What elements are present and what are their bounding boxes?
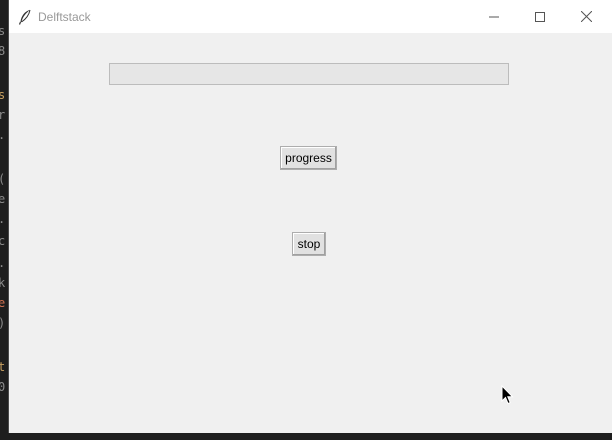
close-button[interactable] — [563, 0, 609, 33]
background-code-fragment: s — [0, 24, 6, 38]
background-code-fragment: c — [0, 234, 6, 248]
maximize-button[interactable] — [517, 0, 563, 33]
feather-icon — [18, 9, 31, 25]
background-code-fragment: ) — [0, 316, 6, 330]
close-icon — [580, 11, 592, 22]
background-code-fragment: e — [0, 192, 6, 206]
background-code-fragment: k — [0, 276, 6, 290]
app-window: Delftstack progress stop — [8, 0, 612, 433]
background-code-fragment: . — [0, 212, 6, 226]
mouse-cursor-icon — [501, 385, 514, 405]
maximize-icon — [535, 11, 545, 22]
background-code-fragment: 0 — [0, 380, 6, 394]
background-code-fragment: e — [0, 296, 6, 310]
background-code-fragment: t — [0, 360, 6, 374]
background-code-fragment: . — [0, 128, 6, 142]
window-title: Delftstack — [38, 10, 91, 24]
minimize-button[interactable] — [471, 0, 517, 33]
screen: s 8 s r . ( e . c . k e ) t 0 Delftstack — [0, 0, 612, 440]
stop-button[interactable]: stop — [292, 232, 326, 256]
progress-button[interactable]: progress — [280, 146, 337, 170]
background-code-fragment: r — [0, 108, 6, 122]
minimize-icon — [489, 16, 499, 17]
background-code-fragment: 8 — [0, 44, 6, 58]
background-code-fragment: . — [0, 256, 6, 270]
title-bar[interactable]: Delftstack — [9, 0, 612, 33]
background-code-fragment: s — [0, 88, 6, 102]
background-code-fragment: ( — [0, 172, 6, 186]
progress-bar — [109, 63, 509, 85]
